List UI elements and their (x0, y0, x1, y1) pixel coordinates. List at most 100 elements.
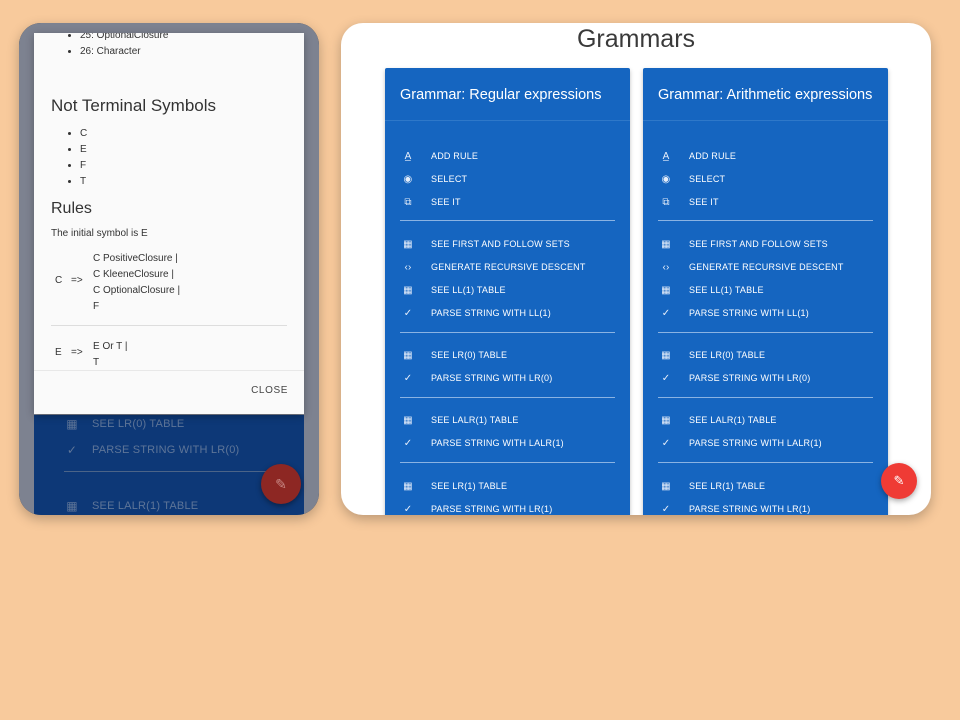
list-item: C (80, 126, 304, 142)
divider (400, 397, 615, 398)
pencil-icon: ✎ (893, 473, 905, 488)
divider (658, 462, 873, 463)
see-lalr1-table-button[interactable]: ▦ SEE LALR(1) TABLE (401, 410, 519, 430)
see-it-button[interactable]: ⧉ SEE IT (401, 192, 461, 212)
list-item: 25: OptionalClosure (80, 33, 304, 44)
see-first-follow-button[interactable]: ▦ SEE FIRST AND FOLLOW SETS (401, 234, 570, 254)
divider (658, 220, 873, 221)
card-header-divider (643, 120, 888, 121)
open-in-new-icon: ⧉ (404, 196, 412, 208)
edit-fab-button[interactable]: ✎ (881, 463, 917, 499)
grammar-card-regular-expressions: Grammar: Regular expressions A̲ ADD RULE … (385, 68, 630, 515)
open-in-new-icon: ⧉ (662, 196, 670, 208)
tablet-screenshot: Grammars Grammar: Regular expressions A̲… (341, 23, 931, 515)
check-icon: ✓ (661, 437, 671, 449)
check-icon: ✓ (66, 443, 78, 457)
rule-lhs: C (55, 275, 63, 286)
menu-item-parse-lr0[interactable]: ✓ PARSE STRING WITH LR(0) (64, 439, 239, 461)
check-icon: ✓ (661, 307, 671, 319)
parse-lr1-button[interactable]: ✓ PARSE STRING WITH LR(1) (401, 499, 553, 515)
see-lr1-table-button[interactable]: ▦ SEE LR(1) TABLE (659, 476, 765, 496)
check-icon: ✓ (661, 503, 671, 515)
radio-selected-icon: ◉ (403, 173, 413, 185)
table-icon: ▦ (661, 238, 671, 250)
code-icon: ‹› (404, 261, 412, 273)
card-title: Grammar: Arithmetic expressions (658, 87, 873, 103)
section-title-rules: Rules (51, 200, 92, 217)
text-format-icon: A̲ (662, 150, 670, 162)
see-first-follow-button[interactable]: ▦ SEE FIRST AND FOLLOW SETS (659, 234, 828, 254)
dialog-content[interactable]: 25: OptionalClosure 26: Character Not Te… (34, 33, 304, 371)
not-terminal-list: C E F T (34, 126, 304, 190)
menu-item-see-lalr1-table[interactable]: ▦ SEE LALR(1) TABLE (64, 495, 198, 515)
divider (400, 462, 615, 463)
pencil-icon: ✎ (275, 475, 287, 492)
see-lr0-table-button[interactable]: ▦ SEE LR(0) TABLE (401, 345, 507, 365)
grammar-dialog: 25: OptionalClosure 26: Character Not Te… (34, 33, 304, 414)
select-button[interactable]: ◉ SELECT (659, 169, 725, 189)
page-title: Grammars (576, 25, 696, 53)
table-icon: ▦ (661, 414, 671, 426)
rule-row: E => E Or T | T (51, 339, 287, 371)
close-button[interactable]: CLOSE (251, 385, 288, 396)
list-item: E (80, 142, 304, 158)
phone-screenshot: ▦ SEE LR(0) TABLE ✓ PARSE STRING WITH LR… (19, 23, 319, 515)
symbol-list: 25: OptionalClosure 26: Character (34, 33, 304, 60)
table-icon: ▦ (403, 414, 413, 426)
card-title: Grammar: Regular expressions (400, 87, 602, 103)
parse-lalr1-button[interactable]: ✓ PARSE STRING WITH LALR(1) (401, 433, 564, 453)
table-icon: ▦ (66, 417, 78, 431)
check-icon: ✓ (403, 437, 413, 449)
table-icon: ▦ (403, 238, 413, 250)
grammar-card-arithmetic-expressions: Grammar: Arithmetic expressions A̲ ADD RU… (643, 68, 888, 515)
parse-lalr1-button[interactable]: ✓ PARSE STRING WITH LALR(1) (659, 433, 822, 453)
divider (658, 397, 873, 398)
check-icon: ✓ (403, 372, 413, 384)
see-lr1-table-button[interactable]: ▦ SEE LR(1) TABLE (401, 476, 507, 496)
add-rule-button[interactable]: A̲ ADD RULE (401, 146, 478, 166)
table-icon: ▦ (66, 499, 78, 513)
text-format-icon: A̲ (404, 150, 412, 162)
rule-lhs: E (55, 347, 62, 358)
see-it-button[interactable]: ⧉ SEE IT (659, 192, 719, 212)
generate-recursive-descent-button[interactable]: ‹› GENERATE RECURSIVE DESCENT (659, 257, 844, 277)
menu-item-see-lr0-table[interactable]: ▦ SEE LR(0) TABLE (64, 413, 184, 435)
card-header-divider (385, 120, 630, 121)
parse-lr1-button[interactable]: ✓ PARSE STRING WITH LR(1) (659, 499, 811, 515)
rule-rhs: E Or T | T (93, 341, 128, 368)
radio-selected-icon: ◉ (661, 173, 671, 185)
table-icon: ▦ (403, 480, 413, 492)
table-icon: ▦ (403, 349, 413, 361)
parse-lr0-button[interactable]: ✓ PARSE STRING WITH LR(0) (401, 368, 553, 388)
see-ll1-table-button[interactable]: ▦ SEE LL(1) TABLE (401, 280, 506, 300)
section-title-not-terminal: Not Terminal Symbols (51, 96, 217, 115)
code-icon: ‹› (662, 261, 670, 273)
background-grammar-menu: ▦ SEE LR(0) TABLE ✓ PARSE STRING WITH LR… (34, 415, 304, 515)
table-icon: ▦ (661, 349, 671, 361)
rule-arrow: => (71, 275, 83, 286)
divider (658, 332, 873, 333)
list-item: 26: Character (80, 44, 304, 60)
parse-ll1-button[interactable]: ✓ PARSE STRING WITH LL(1) (659, 303, 809, 323)
rule-arrow: => (71, 347, 83, 358)
initial-symbol-text: The initial symbol is E (51, 228, 148, 239)
rule-divider (51, 325, 287, 326)
divider (400, 220, 615, 221)
select-button[interactable]: ◉ SELECT (401, 169, 467, 189)
see-lr0-table-button[interactable]: ▦ SEE LR(0) TABLE (659, 345, 765, 365)
generate-recursive-descent-button[interactable]: ‹› GENERATE RECURSIVE DESCENT (401, 257, 586, 277)
list-item: F (80, 158, 304, 174)
check-icon: ✓ (403, 307, 413, 319)
table-icon: ▦ (661, 480, 671, 492)
add-rule-button[interactable]: A̲ ADD RULE (659, 146, 736, 166)
rule-row: C => C PositiveClosure | C KleeneClosure… (51, 251, 287, 315)
see-lalr1-table-button[interactable]: ▦ SEE LALR(1) TABLE (659, 410, 777, 430)
check-icon: ✓ (403, 503, 413, 515)
see-ll1-table-button[interactable]: ▦ SEE LL(1) TABLE (659, 280, 764, 300)
check-icon: ✓ (661, 372, 671, 384)
parse-lr0-button[interactable]: ✓ PARSE STRING WITH LR(0) (659, 368, 811, 388)
dialog-actions: CLOSE (34, 370, 304, 414)
edit-fab-button[interactable]: ✎ (261, 464, 301, 504)
parse-ll1-button[interactable]: ✓ PARSE STRING WITH LL(1) (401, 303, 551, 323)
table-icon: ▦ (403, 284, 413, 296)
